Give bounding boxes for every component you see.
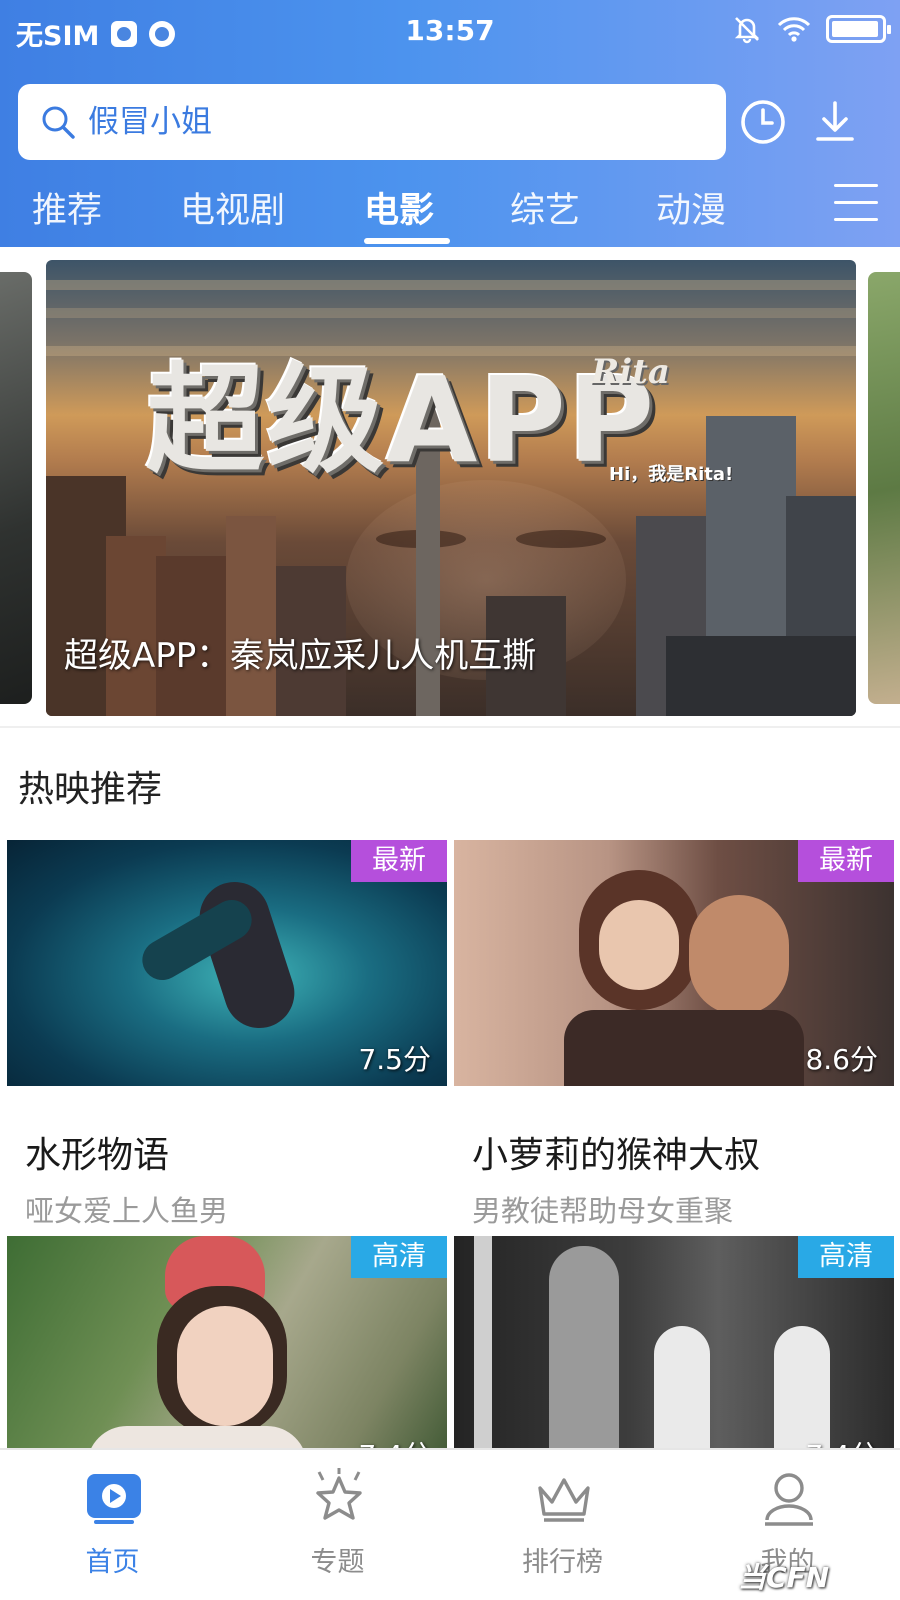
- movie-subtitle: 哑女爱上人鱼男: [25, 1194, 229, 1228]
- movie-poster[interactable]: 最新 8.6分: [454, 840, 894, 1086]
- nav-rankings[interactable]: 排行榜: [450, 1450, 675, 1600]
- next-slide-peek[interactable]: [868, 272, 900, 704]
- mute-bell-icon: [734, 17, 760, 44]
- banner-carousel[interactable]: 超级APP Rita Hi，我是Rita! 超级APP：秦岚应采儿人机互撕: [0, 260, 900, 716]
- download-icon[interactable]: [810, 97, 860, 147]
- movie-poster[interactable]: 高清 7.4分: [454, 1236, 894, 1482]
- nav-topics[interactable]: 专题: [225, 1450, 450, 1600]
- rating-score: 8.6分: [805, 1043, 878, 1076]
- banner-logo-text: 超级APP: [146, 351, 657, 489]
- search-icon: [42, 106, 75, 139]
- crown-icon: [538, 1478, 590, 1522]
- movie-subtitle: 男教徒帮助母女重聚: [472, 1194, 734, 1228]
- tab-movies[interactable]: 电影: [364, 182, 434, 233]
- banner-tagline: Hi，我是Rita!: [609, 464, 734, 485]
- status-badge: 最新: [798, 840, 894, 882]
- wifi-icon: [777, 17, 811, 42]
- user-icon: [765, 1473, 813, 1526]
- previous-slide-peek[interactable]: [0, 272, 32, 704]
- movie-title[interactable]: 小萝莉的猴神大叔: [472, 1126, 760, 1178]
- site-watermark: 当CFN: [738, 1561, 830, 1594]
- movie-card[interactable]: 高清 7.4分: [7, 1236, 447, 1482]
- movie-card[interactable]: 最新 8.6分 小萝莉的猴神大叔 男教徒帮助母女重聚: [454, 840, 894, 1228]
- status-bar: 无SIM 13:57: [0, 0, 900, 60]
- section-title: 热映推荐: [18, 769, 163, 810]
- play-icon: [87, 1474, 141, 1524]
- status-badge: 高清: [798, 1236, 894, 1278]
- app-header: 无SIM 13:57 假冒小姐 推荐 电视剧 电影 综艺 动漫: [0, 0, 900, 247]
- nav-home[interactable]: 首页: [0, 1450, 225, 1600]
- tab-recommend[interactable]: 推荐: [32, 182, 102, 233]
- movie-card[interactable]: 最新 7.5分 水形物语 哑女爱上人鱼男: [7, 840, 447, 1228]
- battery-icon: [826, 15, 891, 43]
- history-clock-icon[interactable]: [738, 97, 788, 147]
- nav-rankings-label: 排行榜: [522, 1547, 603, 1578]
- banner-slide[interactable]: 超级APP Rita Hi，我是Rita! 超级APP：秦岚应采儿人机互撕: [46, 260, 856, 716]
- nav-home-label: 首页: [85, 1547, 140, 1578]
- status-badge: 高清: [351, 1236, 447, 1278]
- menu-icon[interactable]: [834, 184, 878, 224]
- status-badge: 最新: [351, 840, 447, 882]
- movie-poster[interactable]: 最新 7.5分: [7, 840, 447, 1086]
- star-icon: [316, 1468, 362, 1520]
- category-tabs: 推荐 电视剧 电影 综艺 动漫: [0, 172, 900, 247]
- movie-title[interactable]: 水形物语: [25, 1126, 169, 1178]
- section-divider: [0, 726, 900, 728]
- active-tab-indicator: [364, 238, 450, 244]
- search-input[interactable]: [88, 104, 668, 140]
- tab-anime[interactable]: 动漫: [656, 182, 726, 233]
- movie-poster[interactable]: 高清 7.4分: [7, 1236, 447, 1482]
- banner-caption: 超级APP：秦岚应采儿人机互撕: [64, 636, 537, 676]
- tab-tv-series[interactable]: 电视剧: [180, 182, 285, 233]
- tab-variety[interactable]: 综艺: [510, 182, 580, 233]
- movie-card[interactable]: 高清 7.4分: [454, 1236, 894, 1482]
- status-right: [732, 14, 891, 44]
- search-bar[interactable]: [18, 84, 726, 160]
- nav-topics-label: 专题: [310, 1547, 365, 1578]
- rating-score: 7.5分: [358, 1043, 431, 1076]
- banner-logo-script: Rita: [591, 352, 670, 392]
